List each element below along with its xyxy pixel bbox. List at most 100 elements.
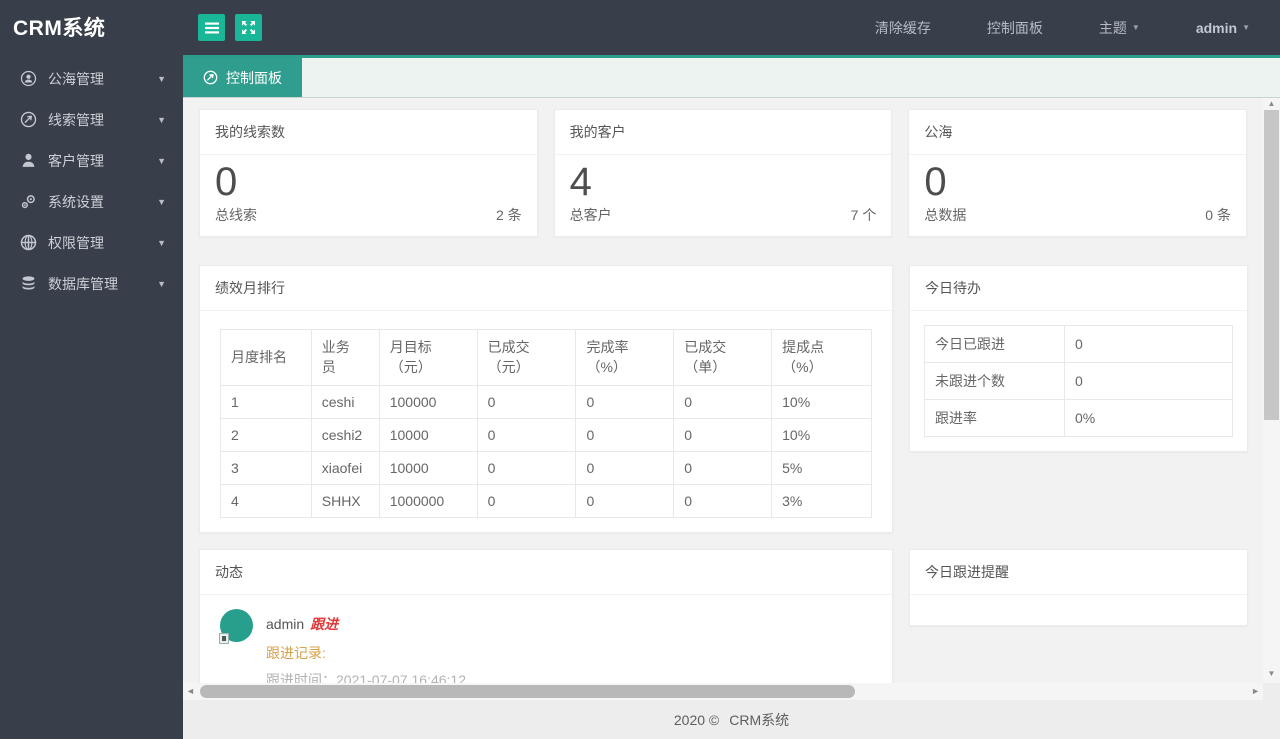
- performance-cell: 10000: [378, 418, 478, 453]
- performance-cell: 0: [476, 484, 577, 519]
- scroll-down-icon[interactable]: ▼: [1263, 668, 1280, 680]
- clear-cache-link[interactable]: 清除缓存: [875, 18, 931, 38]
- chevron-down-icon: ▼: [157, 73, 166, 84]
- performance-cell: 0: [476, 451, 577, 486]
- activity-title: 动态: [200, 550, 892, 596]
- stat-card-public-sea: 公海 0 总数据 0 条: [908, 109, 1247, 237]
- todo-cell: 跟进率: [924, 399, 1065, 437]
- sidebar-item-customers[interactable]: 客户管理 ▼: [0, 140, 183, 181]
- col-closed-orders: 已成交 （单）: [673, 328, 773, 387]
- horizontal-scrollbar[interactable]: ◄ ►: [183, 683, 1263, 700]
- menu-toggle-button[interactable]: [198, 14, 225, 41]
- col-monthly-rank: 月度排名: [220, 328, 312, 387]
- performance-cell: 0: [476, 385, 577, 420]
- chevron-down-icon: ▼: [157, 237, 166, 248]
- todo-cell: 0: [1064, 362, 1233, 400]
- stat-card-value: 0: [924, 160, 947, 204]
- performance-cell: 0: [673, 451, 773, 486]
- col-completion-rate: 完成率 （%）: [575, 328, 675, 387]
- chevron-down-icon: ▼: [157, 196, 166, 207]
- clear-cache-label: 清除缓存: [874, 19, 931, 36]
- performance-row: 1 ceshi 100000 0 0 0 10%: [220, 385, 872, 420]
- stat-total-value: 2 条: [495, 207, 522, 223]
- performance-row: 2 ceshi2 10000 0 0 0 10%: [220, 418, 872, 453]
- sidebar-item-label: 客户管理: [48, 152, 104, 169]
- sidebar-item-label: 系统设置: [48, 193, 104, 210]
- activity-action-link[interactable]: 跟进: [310, 616, 338, 632]
- reminder-body: [910, 595, 1247, 625]
- performance-cell: 0: [575, 484, 675, 519]
- performance-cell: 0: [575, 418, 675, 453]
- avatar: [219, 609, 253, 645]
- performance-cell: 10%: [771, 385, 872, 420]
- chevron-down-icon: ▼: [1131, 23, 1140, 32]
- sidebar-item-settings[interactable]: 系统设置 ▼: [0, 181, 183, 222]
- sidebar-item-database[interactable]: 数据库管理 ▼: [0, 263, 183, 304]
- sidebar-item-label: 线索管理: [48, 111, 104, 128]
- scroll-left-icon[interactable]: ◄: [186, 683, 195, 700]
- performance-cell: 0: [673, 385, 773, 420]
- performance-cell: 5%: [771, 451, 872, 486]
- performance-cell: 10%: [771, 418, 872, 453]
- sidebar-item-label: 公海管理: [48, 70, 104, 87]
- user-icon: [20, 152, 37, 169]
- performance-cell: 2: [220, 418, 312, 453]
- user-badge-icon: [20, 70, 37, 87]
- hamburger-icon: [204, 22, 219, 34]
- stat-card-row: 我的线索数 0 总线索 2 条 我的客户 4 总客户 7 个 公海 0 总数据 …: [199, 109, 1247, 237]
- performance-table-body: 1 ceshi 100000 0 0 0 10% 2 ceshi2 10000 0 0 0 10% 3 xia…: [220, 385, 872, 519]
- chevron-down-icon: ▼: [157, 114, 166, 125]
- sidebar-item-leads[interactable]: 线索管理 ▼: [0, 99, 183, 140]
- sidebar-item-permissions[interactable]: 权限管理 ▼: [0, 222, 183, 263]
- theme-label: 主题: [1098, 19, 1127, 36]
- stat-card-title: 公海: [909, 110, 1246, 155]
- todo-row: 跟进率 0%: [924, 399, 1233, 437]
- control-panel-link[interactable]: 控制面板: [987, 18, 1043, 38]
- stat-total-value: 7 个: [850, 207, 877, 223]
- performance-cell: 0: [673, 484, 773, 519]
- stat-total-value: 0 条: [1205, 207, 1231, 223]
- compass-icon: [203, 70, 218, 85]
- navbar-links: 清除缓存 控制面板 主题 ▼ admin ▼: [875, 18, 1250, 38]
- scrollbar-corner: [1263, 683, 1280, 700]
- fullscreen-button[interactable]: [235, 14, 262, 41]
- col-closed-amount: 已成交 （元）: [476, 328, 577, 387]
- stat-total-label: 总客户: [569, 207, 612, 223]
- crm-app: CRM系统 公海管理 ▼ 线索管理 ▼ 客户管理 ▼ 系统设置 ▼ 权限管理 ▼…: [0, 0, 1280, 739]
- performance-cell: ceshi2: [310, 418, 380, 453]
- stat-total-label: 总线索: [215, 207, 257, 223]
- reminder-panel: 今日跟进提醒: [909, 549, 1248, 627]
- performance-cell: 3%: [771, 484, 872, 519]
- top-navbar: 清除缓存 控制面板 主题 ▼ admin ▼: [183, 0, 1280, 55]
- chevron-down-icon: ▼: [157, 155, 166, 166]
- vertical-scrollbar[interactable]: ▲ ▼: [1263, 98, 1280, 683]
- control-panel-label: 控制面板: [986, 19, 1043, 36]
- chevron-down-icon: ▼: [157, 278, 166, 289]
- tab-label: 控制面板: [226, 69, 282, 86]
- performance-cell: 0: [476, 418, 577, 453]
- performance-cell: ceshi: [310, 385, 380, 420]
- cogs-icon: [20, 193, 37, 210]
- activity-record-label: 跟进记录:: [266, 645, 326, 662]
- todo-row: 今日已跟进 0: [924, 325, 1233, 363]
- todo-table-body: 今日已跟进 0 未跟进个数 0 跟进率 0%: [924, 325, 1233, 437]
- todo-title: 今日待办: [910, 266, 1247, 311]
- todo-cell: 未跟进个数: [924, 362, 1065, 400]
- performance-cell: 3: [220, 451, 312, 486]
- activity-panel: 动态 admin 跟进 跟进记录: 跟进时间：2021-07-07 16:46:1…: [199, 549, 893, 683]
- performance-cell: xiaofei: [310, 451, 380, 486]
- horizontal-scrollbar-thumb[interactable]: [200, 685, 855, 698]
- vertical-scrollbar-thumb[interactable]: [1264, 110, 1279, 420]
- scroll-right-icon[interactable]: ►: [1251, 683, 1260, 700]
- tab-bar: 控制面板: [183, 55, 1280, 98]
- sidebar-item-public-sea[interactable]: 公海管理 ▼: [0, 58, 183, 99]
- globe-icon: [20, 234, 37, 251]
- user-dropdown[interactable]: admin ▼: [1196, 20, 1250, 36]
- tab-control-panel[interactable]: 控制面板: [183, 58, 302, 97]
- performance-cell: SHHX: [310, 484, 380, 519]
- todo-cell: 0: [1064, 325, 1233, 363]
- scroll-up-icon[interactable]: ▲: [1263, 98, 1280, 110]
- stat-total-label: 总数据: [924, 207, 967, 223]
- theme-dropdown[interactable]: 主题 ▼: [1099, 18, 1140, 38]
- chevron-down-icon: ▼: [1242, 23, 1250, 32]
